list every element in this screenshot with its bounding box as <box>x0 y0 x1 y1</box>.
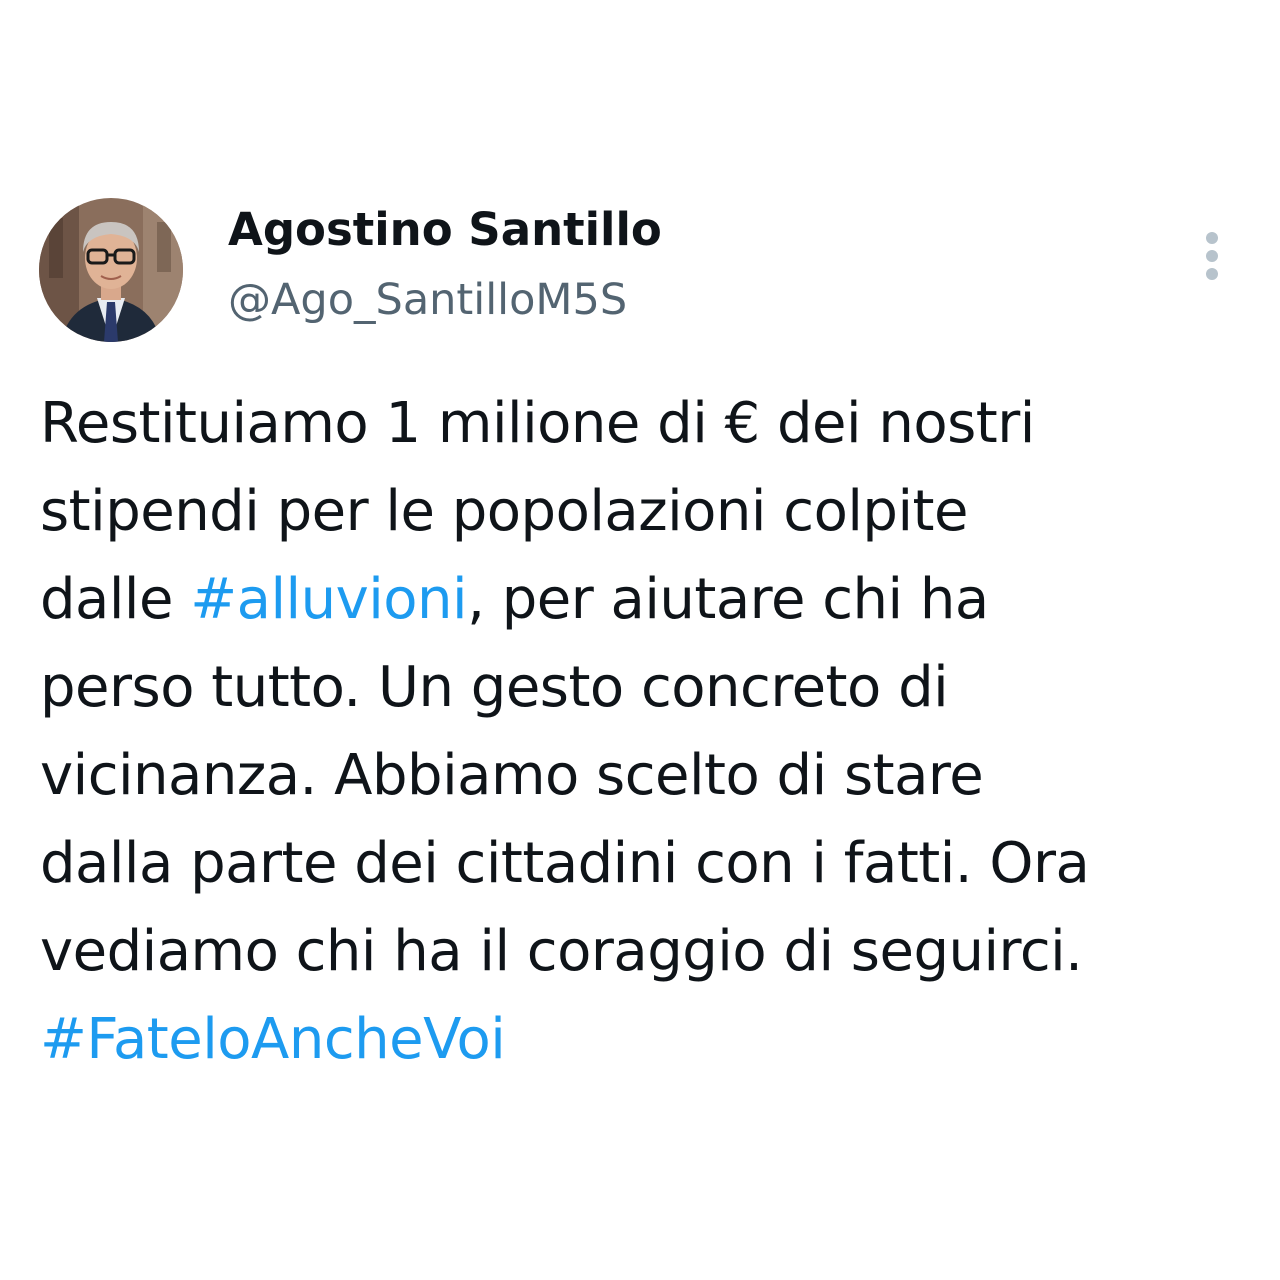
tweet-line: Restituiamo 1 milione di € dei nostri <box>40 391 1035 456</box>
menu-dot <box>1206 250 1218 262</box>
tweet-text-segment: , per aiutare chi ha <box>467 567 989 632</box>
menu-dot <box>1206 232 1218 244</box>
menu-dot <box>1206 268 1218 280</box>
tweet-line: stipendi per le popolazioni colpite <box>40 479 968 544</box>
tweet-text: Restituiamo 1 milione di € dei nostri st… <box>40 380 1260 1084</box>
tweet-line: perso tutto. Un gesto concreto di <box>40 655 949 720</box>
hashtag-link[interactable]: #alluvioni <box>190 567 467 632</box>
tweet-line: vediamo chi ha il coraggio di seguirci. <box>40 919 1083 984</box>
tweet-line: vicinanza. Abbiamo scelto di stare <box>40 743 984 808</box>
tweet-line: dalle #alluvioni, per aiutare chi ha <box>40 556 1260 644</box>
author-handle[interactable]: @Ago_SantilloM5S <box>228 270 627 330</box>
author-name[interactable]: Agostino Santillo <box>228 200 662 260</box>
more-vertical-icon[interactable] <box>1196 228 1228 284</box>
avatar[interactable] <box>39 198 183 342</box>
hashtag-link[interactable]: #FateloAncheVoi <box>40 996 1260 1084</box>
tweet-line: dalla parte dei cittadini con i fatti. O… <box>40 831 1090 896</box>
tweet-text-segment: dalle <box>40 567 191 632</box>
avatar-photo <box>39 198 183 342</box>
tweet-card: Agostino Santillo @Ago_SantilloM5S Resti… <box>0 0 1280 1280</box>
